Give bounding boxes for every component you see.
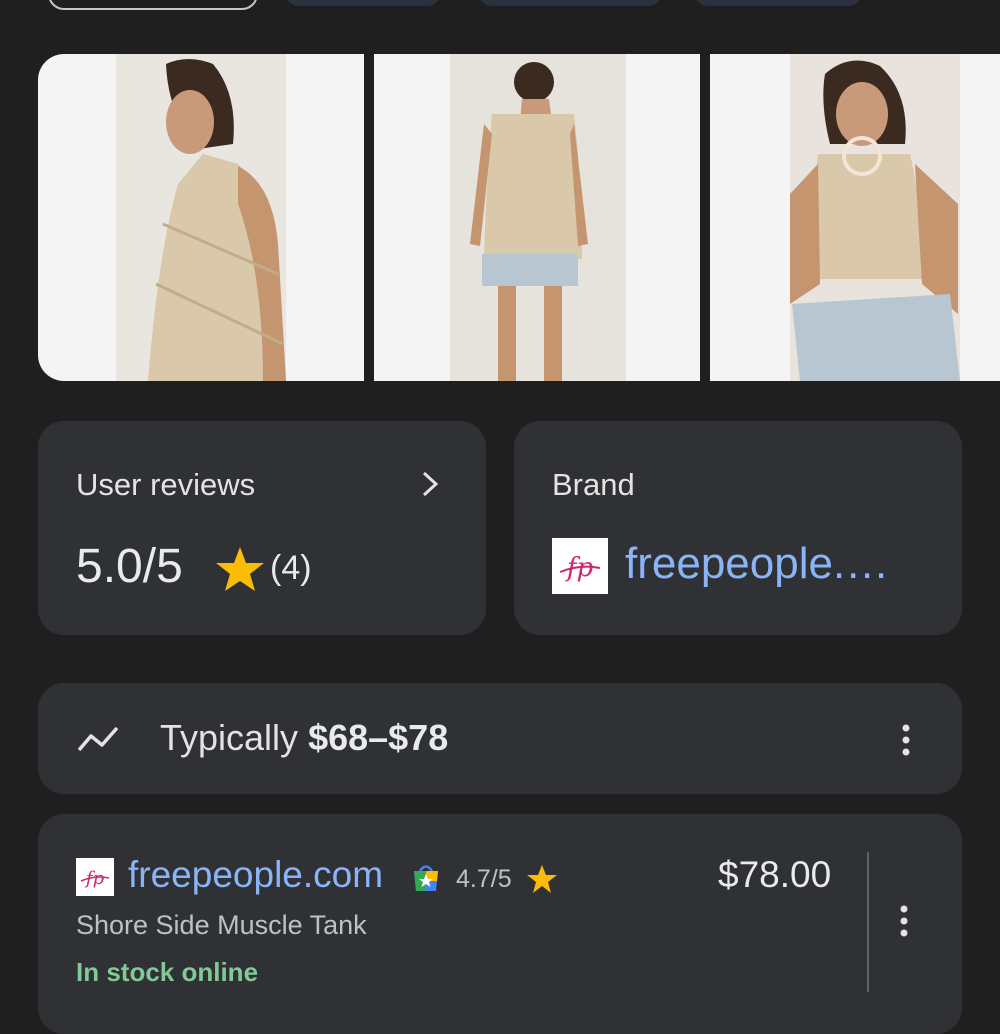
model-seated-front-photo: [790, 54, 960, 381]
price-range-card[interactable]: Typically $68–$78: [38, 683, 962, 794]
freepeople-logo-icon: fp: [552, 538, 608, 594]
brand-card[interactable]: Brand fp freepeople.…: [514, 421, 962, 635]
star-icon: [527, 865, 557, 893]
more-options-icon[interactable]: [898, 723, 914, 757]
brand-title: Brand: [552, 467, 635, 502]
price-range-value: $68–$78: [308, 717, 449, 758]
model-side-view-photo: [116, 54, 286, 381]
image-gallery[interactable]: [38, 54, 1000, 381]
product-image-2[interactable]: [374, 54, 700, 381]
review-count: (4): [270, 549, 312, 587]
google-shopping-bag-icon: [414, 865, 438, 891]
user-reviews-title: User reviews: [76, 467, 256, 502]
chevron-right-icon[interactable]: [418, 469, 442, 499]
user-reviews-card[interactable]: User reviews 5.0/5 (4): [38, 421, 486, 635]
price-range-prefix: Typically: [160, 717, 299, 758]
trend-line-icon: [77, 726, 119, 752]
merchant-rating: 4.7/5: [456, 865, 512, 893]
price-range-text: Typically $68–$78: [160, 717, 448, 759]
more-options-icon[interactable]: [896, 904, 912, 938]
filter-chip-3[interactable]: [478, 0, 662, 6]
filter-chip-4[interactable]: [694, 0, 862, 6]
merchant-offer-card[interactable]: fp freepeople.com 4.7/5 $78.00 Shore Sid…: [38, 814, 962, 1034]
star-icon: [216, 547, 264, 591]
model-back-view-photo: [450, 54, 626, 381]
review-score: 5.0/5: [76, 540, 183, 593]
product-title: Shore Side Muscle Tank: [76, 910, 367, 940]
brand-link[interactable]: freepeople.…: [625, 539, 889, 589]
filter-chip-1[interactable]: [48, 0, 258, 10]
product-image-1[interactable]: [38, 54, 364, 381]
divider: [867, 852, 869, 992]
merchant-link[interactable]: freepeople.com: [128, 854, 383, 896]
product-image-3[interactable]: [710, 54, 1000, 381]
offer-price: $78.00: [718, 854, 832, 895]
filter-chip-2[interactable]: [285, 0, 441, 6]
freepeople-logo-icon: fp: [76, 858, 114, 896]
stock-status: In stock online: [76, 957, 259, 987]
